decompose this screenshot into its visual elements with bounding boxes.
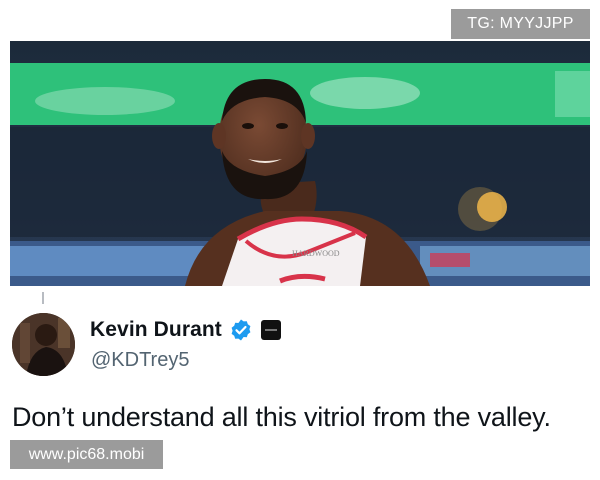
tweet-text: Don’t understand all this vitriol from t… xyxy=(12,402,551,432)
affiliate-badge-icon[interactable] xyxy=(260,320,281,340)
author-row: Kevin Durant xyxy=(90,316,281,344)
display-name[interactable]: Kevin Durant xyxy=(90,318,222,342)
avatar-image xyxy=(12,313,75,376)
jersey-lettering: HARDWOOD xyxy=(292,249,340,258)
player-photo: HARDWOOD xyxy=(10,41,590,286)
handle[interactable]: @KDTrey5 xyxy=(91,349,189,372)
tweet-photo[interactable]: HARDWOOD xyxy=(10,41,590,286)
avatar[interactable] xyxy=(12,313,75,376)
bottom-watermark: www.pic68.mobi xyxy=(10,440,163,469)
top-watermark: TG: MYYJJPP xyxy=(451,9,590,39)
verified-badge-icon xyxy=(231,319,251,341)
thread-connector xyxy=(42,292,44,304)
